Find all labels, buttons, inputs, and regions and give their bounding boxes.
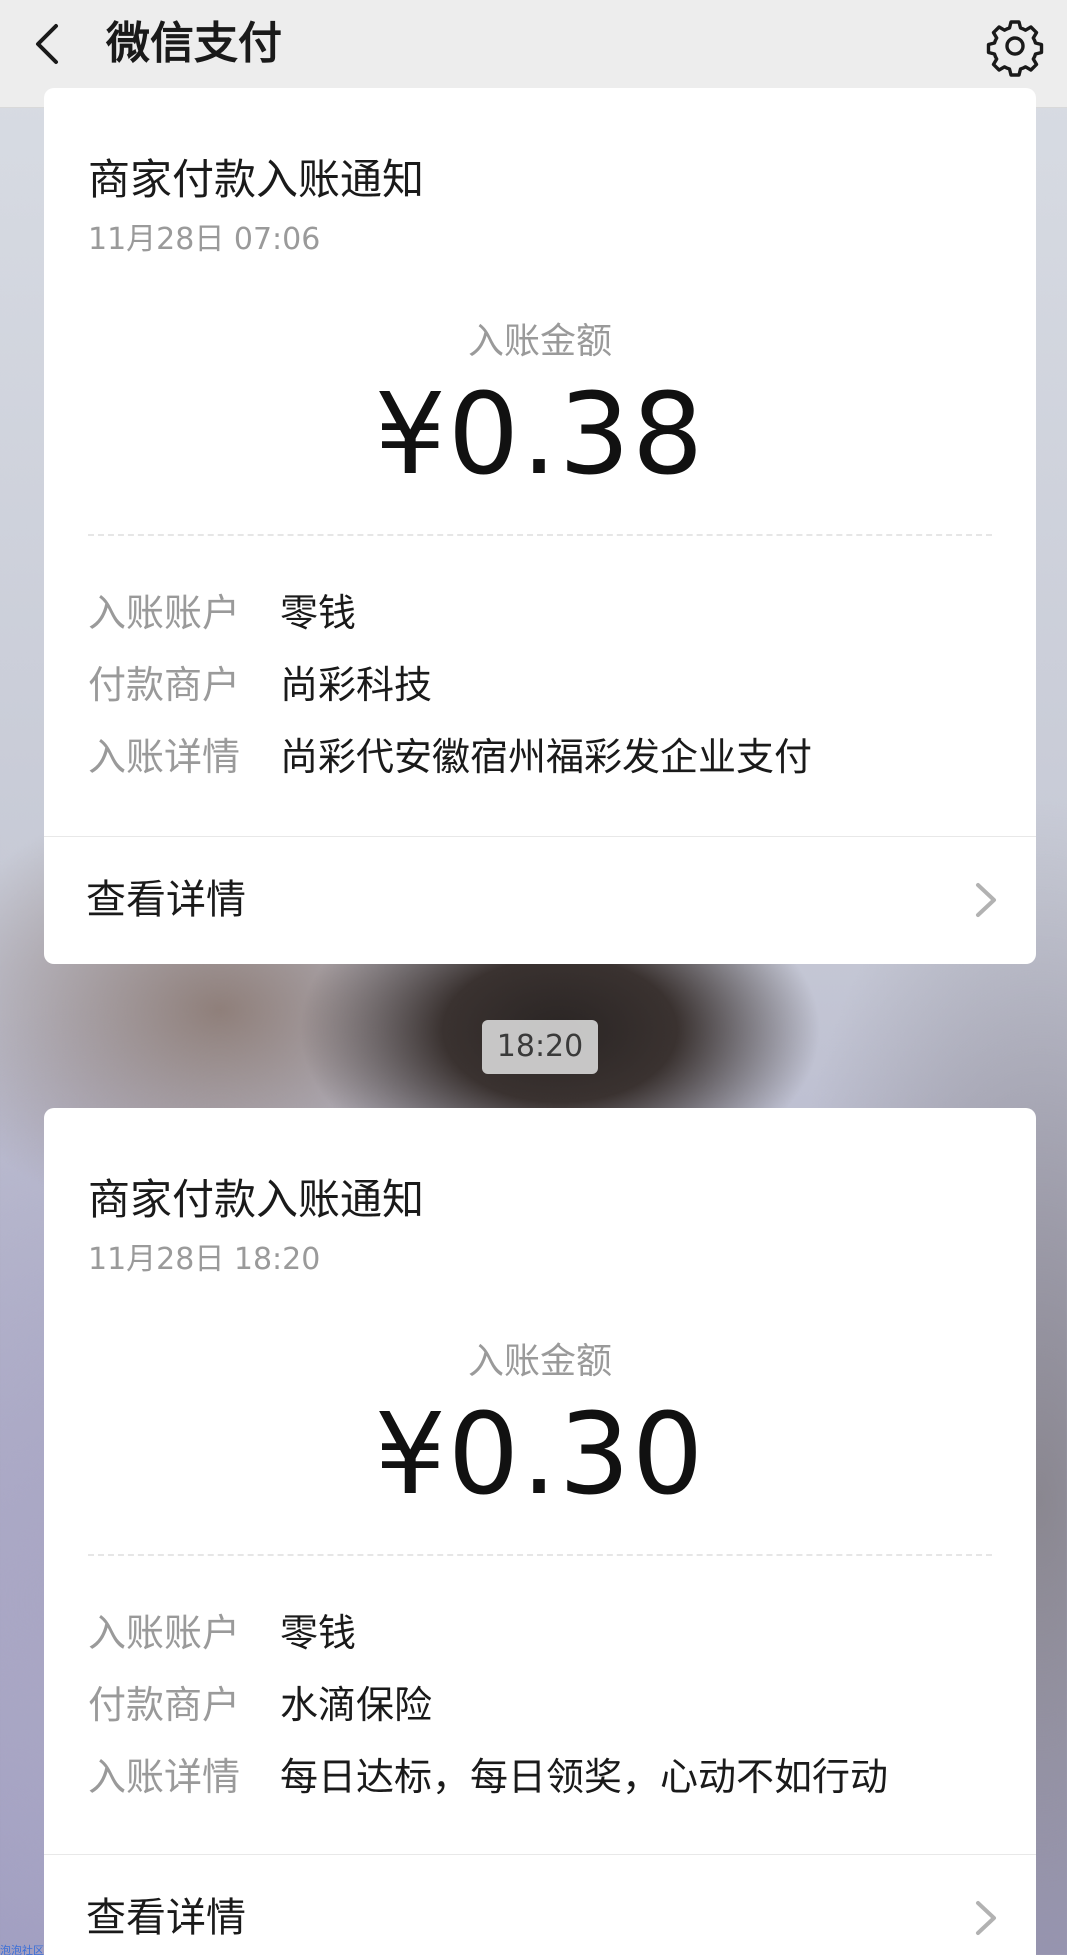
row-key: 入账账户 bbox=[88, 591, 241, 635]
page-title: 微信支付 bbox=[106, 18, 282, 69]
info-row-account: 入账账户 零钱 bbox=[88, 588, 356, 638]
watermark: 泡泡社区 bbox=[0, 1944, 44, 1955]
card-date: 11月28日 18:20 bbox=[88, 1242, 321, 1277]
row-key: 付款商户 bbox=[88, 1683, 241, 1727]
amount-label: 入账金额 bbox=[467, 1341, 612, 1382]
card-title: 商家付款入账通知 bbox=[88, 155, 425, 204]
message-time-separator: 18:20 bbox=[482, 1020, 598, 1074]
amount-value: ¥0.38 bbox=[374, 370, 706, 500]
row-value: 零钱 bbox=[280, 1611, 357, 1655]
payment-notification-card: 商家付款入账通知 11月28日 18:20 入账金额 ¥0.30 入账账户 零钱 … bbox=[44, 1108, 1036, 1955]
view-details-link[interactable]: 查看详情 bbox=[44, 837, 1036, 963]
info-row-merchant: 付款商户 尚彩科技 bbox=[88, 660, 432, 710]
row-key: 付款商户 bbox=[88, 663, 241, 707]
view-details-label: 查看详情 bbox=[86, 1895, 246, 1941]
row-value: 零钱 bbox=[280, 591, 357, 635]
back-button[interactable] bbox=[22, 14, 82, 74]
info-row-detail: 入账详情 尚彩代安徽宿州福彩发企业支付 bbox=[88, 732, 812, 782]
gear-icon bbox=[986, 20, 1044, 77]
divider bbox=[88, 534, 992, 536]
row-value: 每日达标，每日领奖，心动不如行动 bbox=[280, 1755, 889, 1799]
settings-button[interactable] bbox=[983, 14, 1047, 78]
view-details-label: 查看详情 bbox=[86, 877, 246, 923]
amount-label: 入账金额 bbox=[467, 321, 612, 362]
info-row-detail: 入账详情 每日达标，每日领奖，心动不如行动 bbox=[88, 1752, 888, 1802]
info-row-merchant: 付款商户 水滴保险 bbox=[88, 1680, 432, 1730]
row-value: 尚彩代安徽宿州福彩发企业支付 bbox=[280, 735, 813, 779]
chevron-right-icon bbox=[976, 883, 996, 917]
card-title: 商家付款入账通知 bbox=[88, 1175, 425, 1224]
back-chevron-icon bbox=[36, 24, 58, 64]
card-date: 11月28日 07:06 bbox=[88, 222, 321, 257]
row-value: 水滴保险 bbox=[280, 1683, 433, 1727]
row-key: 入账详情 bbox=[88, 1755, 241, 1799]
row-key: 入账详情 bbox=[88, 735, 241, 779]
info-row-account: 入账账户 零钱 bbox=[88, 1608, 356, 1658]
view-details-link[interactable]: 查看详情 bbox=[44, 1855, 1036, 1955]
divider bbox=[88, 1554, 992, 1556]
row-value: 尚彩科技 bbox=[280, 663, 433, 707]
row-key: 入账账户 bbox=[88, 1611, 241, 1655]
chevron-right-icon bbox=[976, 1901, 996, 1935]
amount-value: ¥0.30 bbox=[374, 1390, 706, 1520]
payment-notification-card: 商家付款入账通知 11月28日 07:06 入账金额 ¥0.38 入账账户 零钱 … bbox=[44, 88, 1036, 964]
